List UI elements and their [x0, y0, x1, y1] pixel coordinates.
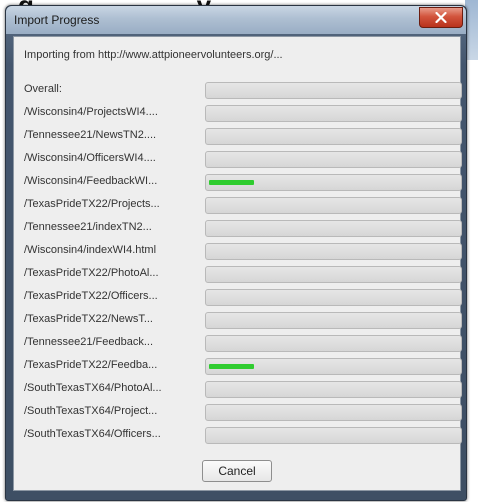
file-path-label: /TexasPrideTX22/NewsT...: [24, 313, 153, 325]
overall-progress-bar: [205, 82, 462, 99]
file-progress-bar: [205, 128, 462, 145]
file-progress-row: /TexasPrideTX22/Feedba...: [24, 356, 462, 379]
file-progress-bar: [205, 289, 462, 306]
title-bar[interactable]: Import Progress: [6, 6, 466, 34]
file-path-label: /Tennessee21/Feedback...: [24, 336, 154, 348]
file-progress-row: /SouthTexasTX64/Project...: [24, 402, 462, 425]
file-progress-row: /Tennessee21/NewsTN2....: [24, 126, 462, 149]
file-progress-row: /TexasPrideTX22/NewsT...: [24, 310, 462, 333]
file-progress-row: /SouthTexasTX64/Officers...: [24, 425, 462, 448]
overall-progress-label: Overall:: [24, 83, 62, 95]
file-progress-row: /Wisconsin4/OfficersWI4....: [24, 149, 462, 172]
overall-progress-row: Overall:: [24, 80, 462, 103]
dialog-content: Importing from http://www.attpioneervolu…: [13, 36, 462, 491]
file-progress-bar: [205, 358, 462, 375]
close-icon: [435, 12, 447, 23]
file-path-label: /TexasPrideTX22/Feedba...: [24, 359, 158, 371]
file-progress-fill: [209, 364, 254, 369]
file-progress-bar: [205, 197, 462, 214]
progress-list: Overall: /Wisconsin4/ProjectsWI4.... /Te…: [24, 80, 462, 448]
file-progress-bar: [205, 105, 462, 122]
screenshot-stage: g y Import Progress Importing from http:…: [0, 0, 478, 502]
file-path-label: /Wisconsin4/FeedbackWI...: [24, 175, 158, 187]
import-progress-dialog: Import Progress Importing from http://ww…: [5, 5, 467, 501]
file-progress-row: /TexasPrideTX22/PhotoAl...: [24, 264, 462, 287]
file-path-label: /SouthTexasTX64/Officers...: [24, 428, 161, 440]
cancel-button[interactable]: Cancel: [202, 460, 272, 482]
file-path-label: /TexasPrideTX22/Projects...: [24, 198, 160, 210]
file-path-label: /Tennessee21/indexTN2...: [24, 221, 152, 233]
file-path-label: /Wisconsin4/indexWI4.html: [24, 244, 157, 256]
file-progress-bar: [205, 335, 462, 352]
file-progress-row: /Wisconsin4/ProjectsWI4....: [24, 103, 462, 126]
file-progress-row: /SouthTexasTX64/PhotoAl...: [24, 379, 462, 402]
file-path-label: /Wisconsin4/ProjectsWI4....: [24, 106, 158, 118]
file-path-label: /TexasPrideTX22/Officers...: [24, 290, 158, 302]
file-progress-bar: [205, 427, 462, 444]
close-button[interactable]: [419, 7, 463, 28]
file-progress-bar: [205, 174, 462, 191]
file-progress-bar: [205, 381, 462, 398]
file-progress-row: /Tennessee21/indexTN2...: [24, 218, 462, 241]
dialog-title: Import Progress: [14, 13, 100, 27]
file-path-label: /SouthTexasTX64/Project...: [24, 405, 158, 417]
file-progress-row: /Tennessee21/Feedback...: [24, 333, 462, 356]
file-path-label: /SouthTexasTX64/PhotoAl...: [24, 382, 162, 394]
file-progress-bar: [205, 404, 462, 421]
file-progress-fill: [209, 180, 254, 185]
import-source-text: Importing from http://www.attpioneervolu…: [24, 49, 283, 61]
file-progress-bar: [205, 243, 462, 260]
file-path-label: /TexasPrideTX22/PhotoAl...: [24, 267, 159, 279]
file-path-label: /Wisconsin4/OfficersWI4....: [24, 152, 156, 164]
file-progress-bar: [205, 312, 462, 329]
file-progress-bar: [205, 151, 462, 168]
file-progress-bar: [205, 220, 462, 237]
file-progress-bar: [205, 266, 462, 283]
file-progress-row: /Wisconsin4/FeedbackWI...: [24, 172, 462, 195]
file-progress-row: /TexasPrideTX22/Projects...: [24, 195, 462, 218]
file-progress-row: /TexasPrideTX22/Officers...: [24, 287, 462, 310]
file-progress-row: /Wisconsin4/indexWI4.html: [24, 241, 462, 264]
file-path-label: /Tennessee21/NewsTN2....: [24, 129, 157, 141]
